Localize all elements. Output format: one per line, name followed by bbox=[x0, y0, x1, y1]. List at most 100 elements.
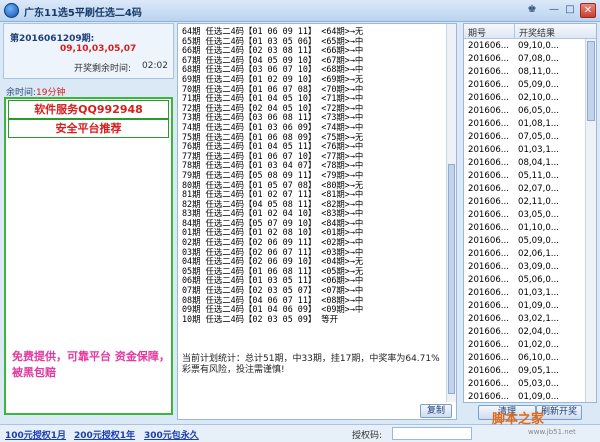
history-row[interactable]: 201606... 05,09,0... bbox=[464, 235, 586, 248]
history-period: 201606... bbox=[468, 67, 510, 77]
history-result: 07,05,0... bbox=[518, 132, 559, 142]
history-result: 03,02,1... bbox=[518, 314, 559, 324]
column-divider bbox=[514, 24, 515, 39]
history-row[interactable]: 201606... 01,03,1... bbox=[464, 287, 586, 300]
history-row[interactable]: 201606... 05,06,0... bbox=[464, 274, 586, 287]
platform-ad[interactable]: 安全平台推荐 bbox=[8, 119, 169, 138]
history-period: 201606... bbox=[468, 145, 510, 155]
license-forever-link[interactable]: 300元包永久 bbox=[144, 428, 199, 441]
license-1-month-link[interactable]: 100元授权1月 bbox=[5, 428, 66, 441]
history-result: 02,11,0... bbox=[518, 197, 559, 207]
history-header: 期号 开奖结果 bbox=[464, 24, 596, 39]
history-result: 05,09,0... bbox=[518, 236, 559, 246]
history-period: 201606... bbox=[468, 197, 510, 207]
draw-numbers: 09,10,03,05,07 bbox=[60, 44, 137, 54]
results-scrollbar[interactable] bbox=[446, 24, 456, 402]
history-result: 01,03,1... bbox=[518, 145, 559, 155]
history-result: 03,09,0... bbox=[518, 262, 559, 272]
plan-results-list: 64期 任选二4码【01 06 09 11】 <64期>→无 65期 任选二4码【… bbox=[182, 26, 444, 324]
history-result: 02,10,0... bbox=[518, 93, 559, 103]
history-row[interactable]: 201606... 02,11,0... bbox=[464, 196, 586, 209]
history-row[interactable]: 201606... 08,04,1... bbox=[464, 157, 586, 170]
history-period: 201606... bbox=[468, 41, 510, 51]
history-row[interactable]: 201606... 07,08,0... bbox=[464, 53, 586, 66]
history-row[interactable]: 201606... 05,11,0... bbox=[464, 170, 586, 183]
site-watermark: 脚本之家 bbox=[492, 412, 545, 427]
history-result: 02,07,0... bbox=[518, 184, 559, 194]
history-result: 01,08,1... bbox=[518, 119, 559, 129]
service-ad[interactable]: 软件服务QQ992948 bbox=[8, 100, 169, 119]
history-period: 201606... bbox=[468, 262, 510, 272]
history-result: 02,06,1... bbox=[518, 249, 559, 259]
risk-warning: 彩票有风险，投注需谨慎! bbox=[182, 365, 285, 375]
plan-results-panel: 64期 任选二4码【01 06 09 11】 <64期>→无 65期 任选二4码【… bbox=[177, 23, 457, 420]
history-row[interactable]: 201606... 03,02,1... bbox=[464, 313, 586, 326]
history-result: 01,10,0... bbox=[518, 223, 559, 233]
left-panel: 第2016061209期: 09,10,03,05,07 开奖剩余时间: 02:… bbox=[3, 23, 174, 423]
history-result: 09,05,1... bbox=[518, 366, 559, 376]
stats-summary: 当前计划统计：总计51期，中33期，挂17期，中奖率为64.71% bbox=[182, 354, 440, 364]
auth-code-input[interactable] bbox=[392, 427, 472, 440]
history-period: 201606... bbox=[468, 119, 510, 129]
history-period: 201606... bbox=[468, 301, 510, 311]
history-row[interactable]: 201606... 06,05,0... bbox=[464, 105, 586, 118]
history-row[interactable]: 201606... 09,10,0... bbox=[464, 40, 586, 53]
history-result: 01,02,0... bbox=[518, 340, 559, 350]
history-result: 05,09,0... bbox=[518, 80, 559, 90]
license-1-year-link[interactable]: 200元授权1年 bbox=[74, 428, 135, 441]
history-row[interactable]: 201606... 02,06,1... bbox=[464, 248, 586, 261]
history-period: 201606... bbox=[468, 249, 510, 259]
history-row[interactable]: 201606... 09,05,1... bbox=[464, 365, 586, 378]
col-period[interactable]: 期号 bbox=[468, 26, 486, 39]
history-row[interactable]: 201606... 01,02,0... bbox=[464, 339, 586, 352]
history-row[interactable]: 201606... 02,10,0... bbox=[464, 92, 586, 105]
countdown-label: 开奖剩余时间: bbox=[74, 64, 132, 74]
history-row[interactable]: 201606... 03,05,0... bbox=[464, 209, 586, 222]
history-result: 01,09,0... bbox=[518, 301, 559, 311]
draw-info-box: 第2016061209期: 09,10,03,05,07 开奖剩余时间: 02:… bbox=[3, 23, 174, 79]
site-watermark-url: www.jb51.net bbox=[528, 428, 576, 436]
scroll-thumb[interactable] bbox=[448, 164, 455, 394]
history-result: 08,11,0... bbox=[518, 67, 559, 77]
history-row[interactable]: 201606... 03,09,0... bbox=[464, 261, 586, 274]
history-row[interactable]: 201606... 01,10,0... bbox=[464, 222, 586, 235]
history-result: 01,03,1... bbox=[518, 288, 559, 298]
history-panel: 期号 开奖结果 201606... 09,10,0... 201606... 07,0… bbox=[463, 23, 597, 403]
promo-text: 免费提供，可靠平台 资金保障，被黑包赔 bbox=[12, 350, 170, 379]
minimize-icon[interactable]: — bbox=[546, 3, 562, 18]
ad-box: 软件服务QQ992948 安全平台推荐 免费提供，可靠平台 资金保障，被黑包赔 bbox=[4, 97, 173, 415]
history-period: 201606... bbox=[468, 353, 510, 363]
history-row[interactable]: 201606... 05,03,0... bbox=[464, 378, 586, 391]
history-row[interactable]: 201606... 01,09,0... bbox=[464, 391, 586, 402]
history-row[interactable]: 201606... 07,05,0... bbox=[464, 131, 586, 144]
history-row[interactable]: 201606... 01,09,0... bbox=[464, 300, 586, 313]
history-row[interactable]: 201606... 01,03,1... bbox=[464, 144, 586, 157]
history-period: 201606... bbox=[468, 132, 510, 142]
pin-icon[interactable]: ♚ bbox=[524, 3, 540, 18]
scroll-thumb[interactable] bbox=[587, 41, 595, 121]
history-period: 201606... bbox=[468, 392, 510, 402]
history-result: 05,06,0... bbox=[518, 275, 559, 285]
app-logo-icon bbox=[4, 3, 19, 18]
history-period: 201606... bbox=[468, 210, 510, 220]
history-row[interactable]: 201606... 05,09,0... bbox=[464, 79, 586, 92]
col-result[interactable]: 开奖结果 bbox=[519, 26, 555, 39]
history-period: 201606... bbox=[468, 340, 510, 350]
copy-button[interactable]: 复制 bbox=[420, 404, 452, 418]
history-scrollbar[interactable] bbox=[585, 39, 596, 402]
history-period: 201606... bbox=[468, 184, 510, 194]
history-row[interactable]: 201606... 02,04,0... bbox=[464, 326, 586, 339]
history-row[interactable]: 201606... 08,11,0... bbox=[464, 66, 586, 79]
history-period: 201606... bbox=[468, 80, 510, 90]
history-row[interactable]: 201606... 01,08,1... bbox=[464, 118, 586, 131]
close-icon[interactable]: ✕ bbox=[580, 3, 596, 18]
history-result: 08,04,1... bbox=[518, 158, 559, 168]
history-period: 201606... bbox=[468, 236, 510, 246]
history-period: 201606... bbox=[468, 288, 510, 298]
history-row[interactable]: 201606... 02,07,0... bbox=[464, 183, 586, 196]
history-row[interactable]: 201606... 06,10,0... bbox=[464, 352, 586, 365]
history-result: 05,03,0... bbox=[518, 379, 559, 389]
history-result: 06,05,0... bbox=[518, 106, 559, 116]
history-period: 201606... bbox=[468, 171, 510, 181]
maximize-icon[interactable]: □ bbox=[562, 3, 578, 18]
